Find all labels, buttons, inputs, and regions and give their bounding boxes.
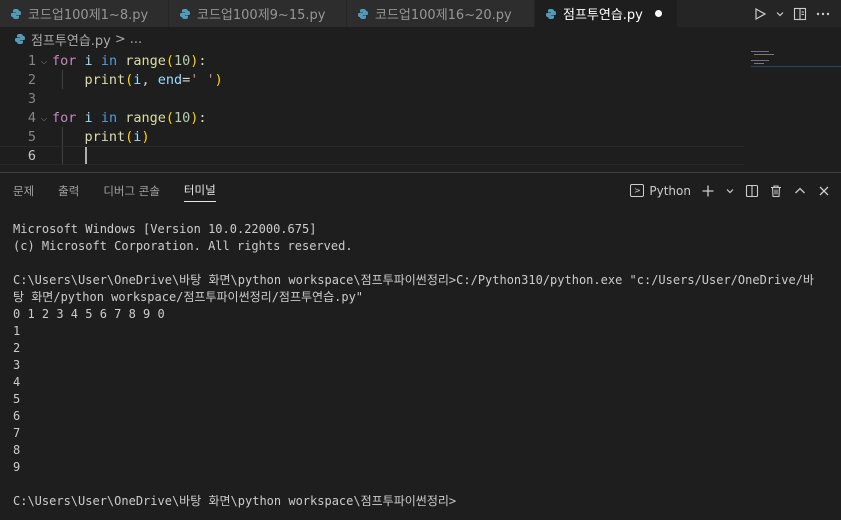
code-text <box>52 147 87 164</box>
split-terminal-icon[interactable] <box>745 184 759 198</box>
text-cursor <box>84 147 87 164</box>
terminal-line: 4 <box>13 375 21 389</box>
panel-tabs: 문제 출력 디버그 콘솔 터미널 <box>0 173 216 208</box>
python-file-icon <box>180 8 190 19</box>
terminal-line: 0 1 2 3 4 5 6 7 8 9 0 <box>13 307 165 321</box>
python-file-icon <box>358 8 368 19</box>
terminal-line: 9 <box>13 460 21 474</box>
terminal-line: 3 <box>13 358 21 372</box>
tab-label: 코드업100제9~15.py <box>197 8 326 23</box>
trash-icon[interactable] <box>769 184 783 198</box>
split-editor-icon[interactable] <box>793 7 807 21</box>
chevron-down-icon[interactable] <box>725 186 735 196</box>
code-text: for i in range(10): <box>52 109 207 126</box>
breadcrumb-file[interactable]: 점프투연습.py <box>31 30 111 49</box>
code-editor[interactable]: 1 ⌵ for i in range(10): 2 print(i, end='… <box>0 51 841 172</box>
terminal-prompt: C:\Users\User\OneDrive\바탕 화면\python work… <box>13 494 457 508</box>
line-number: 4 <box>27 109 36 126</box>
tab-codeup-1-8[interactable]: 코드업100제1~8.py <box>0 0 169 27</box>
editor-actions <box>753 0 841 27</box>
code-line-4[interactable]: 4 ⌵ for i in range(10): <box>0 108 744 127</box>
tab-label: 코드업100제1~8.py <box>28 8 149 23</box>
terminal-line: 5 <box>13 392 21 406</box>
terminal-line: 6 <box>13 409 21 423</box>
terminal-line: 8 <box>13 443 21 457</box>
panel-actions: > Python <box>630 173 831 208</box>
tab-output[interactable]: 출력 <box>58 173 79 208</box>
python-file-icon <box>11 8 21 19</box>
line-number: 2 <box>27 71 36 88</box>
terminal-selector[interactable]: > Python <box>630 184 691 198</box>
minimap[interactable] <box>751 51 841 71</box>
code-text: print(i) <box>84 128 150 145</box>
line-number: 6 <box>27 147 36 164</box>
line-number: 5 <box>27 128 36 145</box>
code-line-1[interactable]: 1 ⌵ for i in range(10): <box>0 51 744 70</box>
breadcrumb-symbols[interactable]: ... <box>130 32 142 47</box>
code-line-2[interactable]: 2 print(i, end=' ') <box>0 70 744 89</box>
python-file-icon <box>546 8 556 19</box>
terminal-line: 탕 화면/python workspace/점프투파이썬정리/점프투연습.py" <box>13 290 364 304</box>
terminal-line: 2 <box>13 341 21 355</box>
shell-label: Python <box>649 183 691 198</box>
chevron-up-icon[interactable] <box>793 184 807 198</box>
terminal-line: Microsoft Windows [Version 10.0.22000.67… <box>13 222 317 236</box>
tab-problems[interactable]: 문제 <box>13 173 34 208</box>
plus-icon[interactable] <box>701 184 715 198</box>
breadcrumb: 점프투연습.py > ... <box>0 27 841 51</box>
terminal-line: (c) Microsoft Corporation. All rights re… <box>13 239 353 253</box>
tab-terminal[interactable]: 터미널 <box>183 180 216 202</box>
close-icon[interactable] <box>817 184 831 198</box>
terminal-line: 1 <box>13 324 21 338</box>
chevron-down-icon[interactable] <box>775 9 785 19</box>
line-number: 3 <box>27 90 36 107</box>
code-line-6-current[interactable]: 6 <box>0 146 744 165</box>
line-number: 1 <box>27 52 36 69</box>
python-file-icon <box>15 34 25 44</box>
breadcrumb-separator: > <box>114 31 126 47</box>
fold-chevron-icon[interactable]: ⌵ <box>36 54 52 67</box>
tab-jumpto-practice[interactable]: 점프투연습.py <box>535 0 678 27</box>
bottom-panel: 문제 출력 디버그 콘솔 터미널 > Python Microsoft Wind… <box>0 172 841 520</box>
ellipsis-icon[interactable] <box>815 7 831 21</box>
code-line-3[interactable]: 3 <box>0 89 744 108</box>
terminal-line: 7 <box>13 426 21 440</box>
play-icon[interactable] <box>753 7 767 21</box>
tab-codeup-16-20[interactable]: 코드업100제16~20.py <box>347 0 535 27</box>
code-text: print(i, end=' ') <box>84 71 223 88</box>
editor-tab-bar: 코드업100제1~8.py 코드업100제9~15.py 코드업100제16~2… <box>0 0 841 27</box>
terminal-line: C:\Users\User\OneDrive\바탕 화면\python work… <box>13 273 814 287</box>
fold-chevron-icon[interactable]: ⌵ <box>36 111 52 124</box>
tab-label: 점프투연습.py <box>563 8 643 23</box>
unsaved-dot-icon[interactable] <box>654 10 662 17</box>
terminal-icon: > <box>630 184 645 197</box>
terminal-output[interactable]: Microsoft Windows [Version 10.0.22000.67… <box>13 221 841 510</box>
tab-debug-console[interactable]: 디버그 콘솔 <box>103 173 160 208</box>
code-text: for i in range(10): <box>52 52 207 69</box>
tab-codeup-9-15[interactable]: 코드업100제9~15.py <box>169 0 347 27</box>
code-line-5[interactable]: 5 print(i) <box>0 127 744 146</box>
tab-label: 코드업100제16~20.py <box>375 8 512 23</box>
